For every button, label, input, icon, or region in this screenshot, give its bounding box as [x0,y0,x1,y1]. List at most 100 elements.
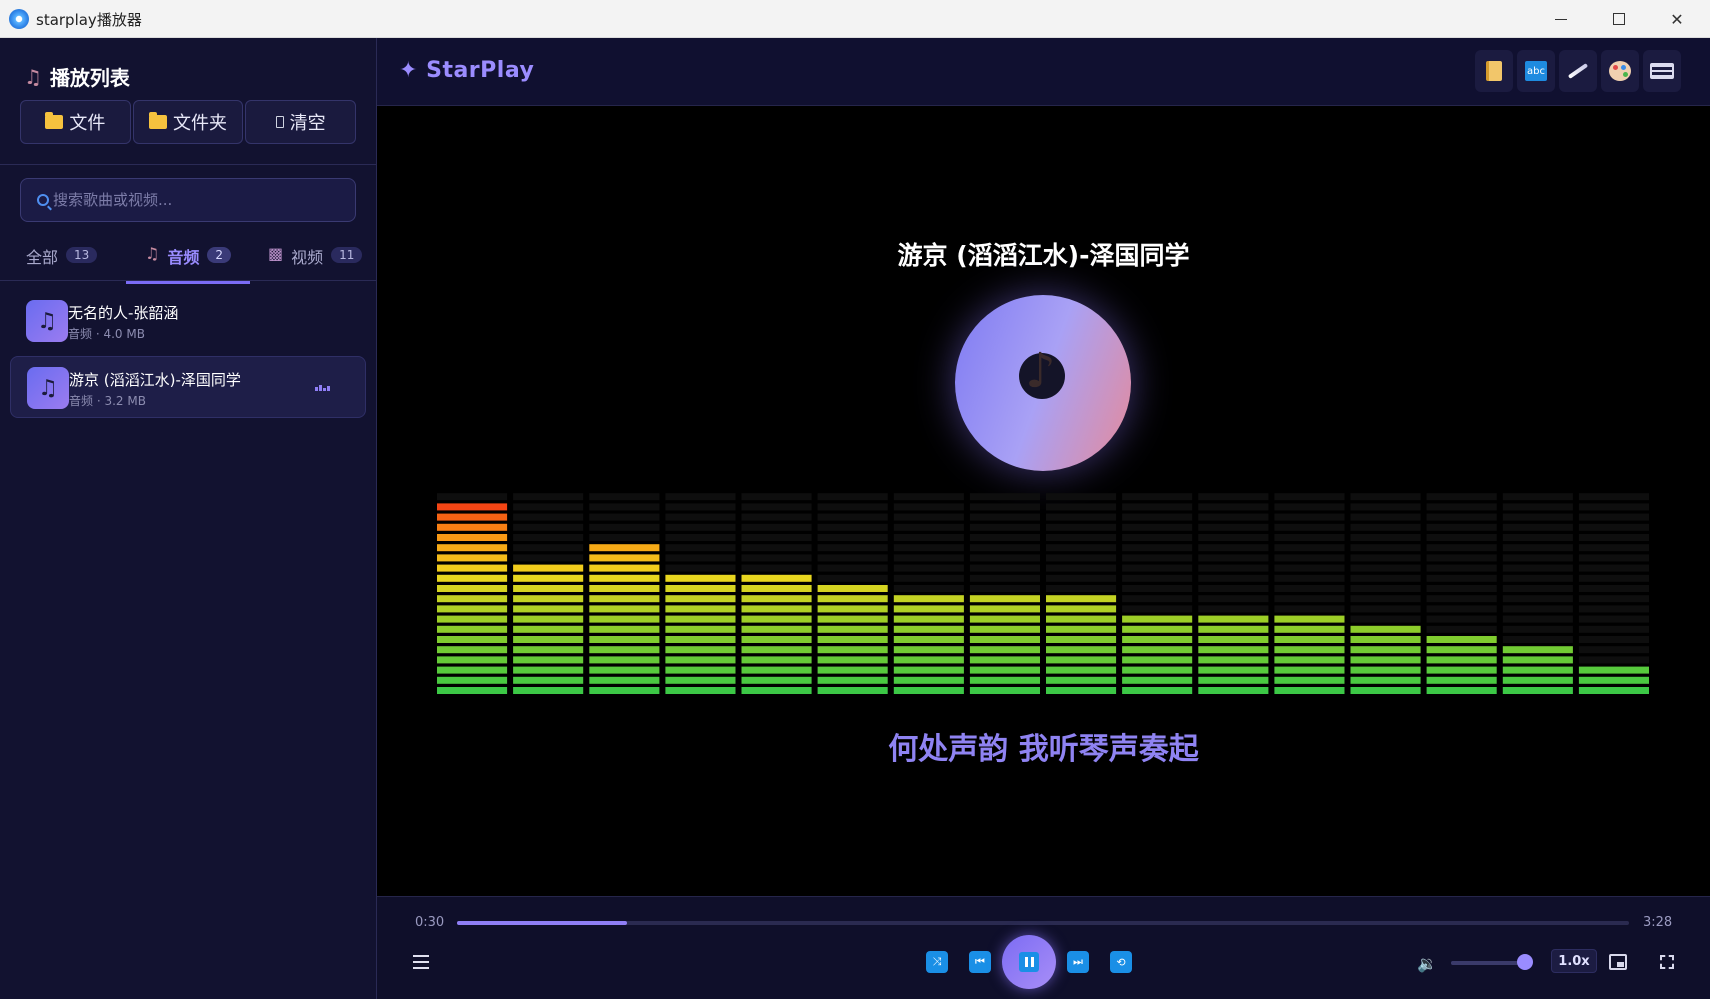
visualizer-segment-dim [1578,615,1649,623]
shuffle-button[interactable]: ⤨ [926,951,948,973]
repeat-button[interactable]: ⟲ [1110,951,1132,973]
visualizer-segment-dim [1274,544,1345,552]
visualizer-segment-lit [513,676,584,684]
visualizer-segment-lit [1426,636,1497,643]
visualizer-segment-dim [513,493,584,501]
next-button[interactable]: ⏭ [1067,951,1089,973]
visualizer-segment-dim [1502,625,1573,633]
previous-button[interactable]: ⏮ [969,951,991,973]
visualizer-segment-lit [513,636,584,643]
visualizer-segment-dim [893,503,964,511]
next-icon: ⏭ [1073,955,1083,968]
progress-bar[interactable] [457,921,1629,925]
visualizer-segment-dim [741,523,812,531]
add-folder-button[interactable]: 文件夹 [132,100,244,144]
now-playing-icon [315,385,330,391]
window-title: starplay播放器 [36,11,142,29]
visualizer-segment-lit [741,605,812,613]
visualizer-segment-dim [1198,493,1269,501]
visualizer-segment-lit [1274,666,1345,674]
visualizer-segment-dim [513,523,584,531]
visualizer-segment-dim [589,503,660,511]
visualizer-segment-lit [1046,646,1117,654]
visualizer-segment-lit [437,595,508,603]
playlist: ♫ 无名的人-张韶涵 音频 · 4.0 MB ♫ 游京 (滔滔江水)-泽国同学 … [10,290,366,422]
visualizer-segment-dim [437,493,508,501]
visualizer-segment-lit [1198,666,1269,674]
menu-icon[interactable] [413,955,429,969]
visualizer-segment-lit [589,666,660,674]
palette-icon [1609,61,1631,81]
visualizer-segment-lit [1274,687,1345,694]
clapperboard-icon: ▩ [268,244,284,263]
playlist-header: ♫ 播放列表 [24,62,130,91]
track-meta: 音频 · 3.2 MB [69,394,146,408]
visualizer-segment-lit [589,574,660,582]
search-input[interactable] [53,191,343,209]
clear-button[interactable]: 清空 [245,100,357,144]
playlist-item-active[interactable]: ♫ 游京 (滔滔江水)-泽国同学 音频 · 3.2 MB [10,356,366,418]
visualizer-segment-dim [1274,564,1345,572]
visualizer-segment-dim [1502,585,1573,592]
visualizer-segment-dim [1122,585,1193,592]
visualizer-segment-dim [741,493,812,501]
visualizer-segment-lit [665,687,736,694]
visualizer-segment-lit [513,646,584,654]
playlist-item[interactable]: ♫ 无名的人-张韶涵 音频 · 4.0 MB [10,290,366,352]
tab-video-count: 11 [331,247,363,263]
visualizer-segment-dim [1426,564,1497,572]
visualizer-segment-lit [817,646,888,654]
visualizer-segment-dim [1502,595,1573,603]
visualizer-segment-dim [1198,523,1269,531]
play-pause-button[interactable] [1002,935,1056,989]
trash-icon [275,116,284,128]
visualizer-segment-dim [1578,656,1649,664]
volume-icon[interactable]: 🔉 [1417,954,1439,973]
tab-audio[interactable]: ♫ 音频 2 [126,242,250,284]
visualizer-segment-dim [1426,585,1497,592]
fullscreen-icon[interactable] [1660,955,1674,969]
pause-icon [1019,952,1039,972]
visualizer-segment-dim [1274,534,1345,541]
add-file-button[interactable]: 文件 [20,100,131,144]
visualizer-segment-dim [1274,493,1345,501]
close-icon: ✕ [1670,9,1684,29]
theme-button[interactable] [1601,50,1639,92]
close-button[interactable]: ✕ [1648,0,1706,38]
visualizer-segment-lit [589,676,660,684]
visualizer-segment-dim [817,503,888,511]
minimize-icon [1555,18,1567,20]
tab-audio-count: 2 [207,247,231,263]
visualizer-segment-dim [969,523,1040,531]
speed-button[interactable]: 1.0x [1551,949,1597,973]
window-titlebar: starplay播放器 ✕ [0,0,1710,38]
visualizer-segment-lit [1426,656,1497,664]
visualizer-segment-dim [1046,534,1117,541]
maximize-button[interactable] [1590,0,1648,38]
visualizer-segment-lit [589,646,660,654]
tab-all[interactable]: 全部 13 [26,242,98,282]
brush-button[interactable] [1559,50,1597,92]
lyrics-button[interactable] [1475,50,1513,92]
visualizer-segment-dim [1578,503,1649,511]
visualizer-segment-lit [1426,687,1497,694]
tab-video[interactable]: ▩ 视频 11 [268,242,363,282]
visualizer-segment-lit [589,564,660,572]
visualizer-segment-dim [589,534,660,541]
scroll-icon [1486,61,1502,81]
keyboard-button[interactable] [1643,50,1681,92]
visualizer-segment-lit [1122,625,1193,633]
visualizer-segment-dim [1274,513,1345,521]
picture-in-picture-icon[interactable] [1609,954,1627,970]
visualizer-segment-dim [1578,513,1649,521]
subtitle-button[interactable]: abc [1517,50,1555,92]
visualizer-segment-dim [893,585,964,592]
visualizer-segment-lit [1350,646,1421,654]
volume-slider[interactable] [1451,961,1527,965]
music-note-icon: ♫ [145,244,160,263]
visualizer-segment-dim [741,513,812,521]
volume-fill [1451,961,1518,965]
visualizer-segment-lit [817,625,888,633]
volume-thumb[interactable] [1517,954,1533,970]
minimize-button[interactable] [1532,0,1590,38]
